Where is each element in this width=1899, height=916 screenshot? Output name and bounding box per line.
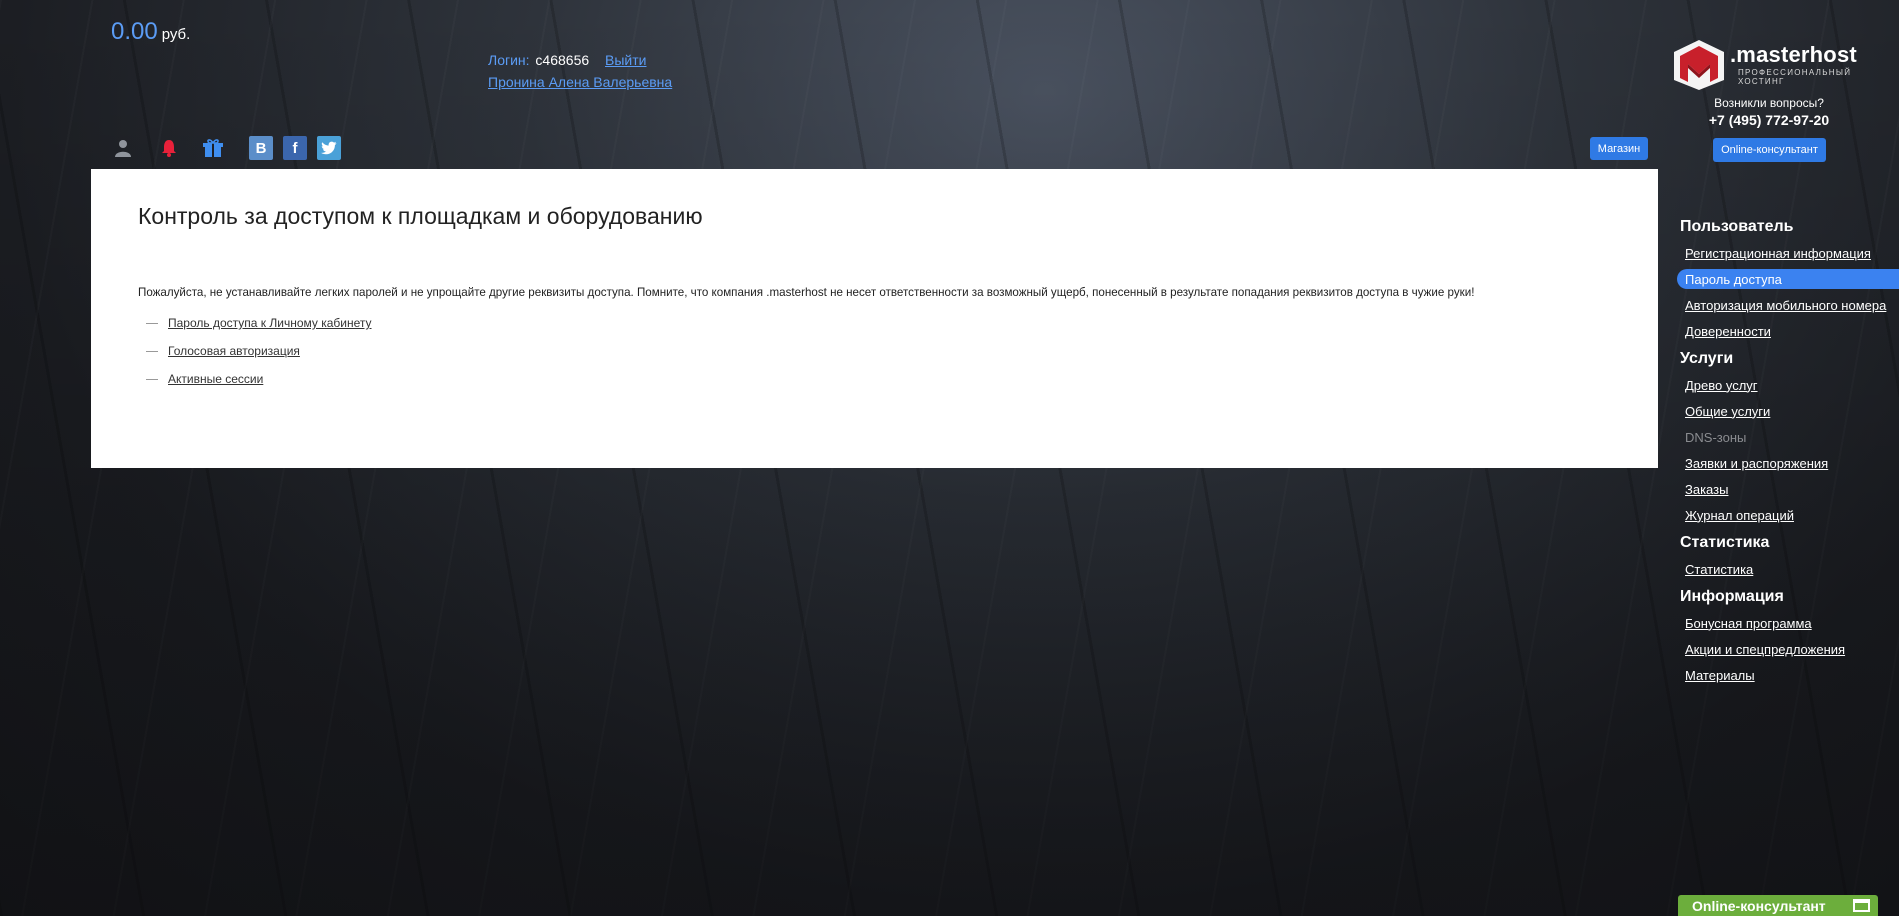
sidebar-item-orders[interactable]: Заказы (1672, 476, 1899, 502)
sidebar-group-info: Информация Бонусная программа Акции и сп… (1672, 588, 1899, 688)
brand-tagline: профессиональный хостинг (1738, 68, 1852, 86)
list-item: Пароль доступа к Личному кабинету (146, 316, 372, 344)
page-title: Контроль за доступом к площадкам и обору… (138, 203, 703, 229)
sidebar-nav: Пользователь Регистрационная информация … (1672, 218, 1899, 694)
link-cabinet-password[interactable]: Пароль доступа к Личному кабинету (168, 316, 372, 330)
vk-icon[interactable]: B (249, 136, 273, 160)
sidebar-item-requests[interactable]: Заявки и распоряжения (1672, 450, 1899, 476)
chat-widget-label: Online-консультант (1692, 897, 1826, 914)
account-balance: 0.00 руб. (111, 18, 190, 46)
brand-name: .masterhost (1730, 42, 1857, 67)
header-icons: B f (111, 136, 341, 160)
list-item: Голосовая авторизация (146, 344, 372, 372)
main-content-panel: Контроль за доступом к площадкам и обору… (91, 169, 1658, 468)
support-phone: +7 (495) 772-97-20 (1708, 112, 1830, 128)
sidebar-item-operations-log[interactable]: Журнал операций (1672, 502, 1899, 528)
balance-currency: руб. (161, 26, 191, 43)
sidebar-heading: Услуги (1680, 350, 1734, 367)
sidebar-item-statistics[interactable]: Статистика (1672, 556, 1899, 582)
bell-icon[interactable] (157, 136, 181, 160)
sidebar-heading: Информация (1680, 588, 1784, 605)
sidebar-item-proxies[interactable]: Доверенности (1672, 318, 1899, 344)
sidebar-item-bonus[interactable]: Бонусная программа (1672, 610, 1899, 636)
link-voice-auth[interactable]: Голосовая авторизация (168, 344, 300, 358)
online-consultant-widget[interactable]: Online-консультант (1678, 895, 1878, 916)
online-consultant-button[interactable]: Online-консультант (1713, 138, 1826, 162)
access-links-list: Пароль доступа к Личному кабинету Голосо… (146, 316, 372, 400)
login-info: Логин: c468656 Выйти Пронина Алена Валер… (488, 49, 672, 93)
login-label: Логин: (488, 52, 530, 68)
link-active-sessions[interactable]: Активные сессии (168, 372, 263, 386)
sidebar-item-password[interactable]: Пароль доступа (1677, 269, 1899, 289)
gift-icon[interactable] (201, 136, 225, 160)
sidebar-group-statistics: Статистика Статистика (1672, 534, 1899, 582)
twitter-icon[interactable] (317, 136, 341, 160)
sidebar-item-dns-zones: DNS-зоны (1685, 429, 1747, 445)
balance-amount: 0.00 (111, 18, 158, 45)
login-value: c468656 (535, 52, 590, 68)
sidebar-item-materials[interactable]: Материалы (1672, 662, 1899, 688)
logout-link[interactable]: Выйти (605, 52, 646, 68)
sidebar-item-mobile-auth[interactable]: Авторизация мобильного номера (1672, 292, 1899, 318)
facebook-icon[interactable]: f (283, 136, 307, 160)
sidebar-heading: Статистика (1680, 534, 1770, 551)
user-icon[interactable] (111, 136, 135, 160)
masterhost-logo[interactable]: .masterhost профессиональный хостинг (1672, 38, 1866, 92)
logo-mark-icon (1674, 40, 1724, 90)
sidebar-heading: Пользователь (1680, 218, 1794, 235)
security-notice: Пожалуйста, не устанавливайте легких пар… (138, 286, 1475, 299)
window-icon[interactable] (1853, 899, 1870, 912)
questions-label: Возникли вопросы? (1714, 96, 1824, 110)
sidebar-group-user: Пользователь Регистрационная информация … (1672, 218, 1899, 344)
sidebar-item-common-services[interactable]: Общие услуги (1672, 398, 1899, 424)
user-name-link[interactable]: Пронина Алена Валерьевна (488, 74, 672, 90)
sidebar-item-service-tree[interactable]: Древо услуг (1672, 372, 1899, 398)
list-item: Активные сессии (146, 372, 372, 400)
sidebar-group-services: Услуги Древо услуг Общие услуги DNS-зоны… (1672, 350, 1899, 528)
sidebar-item-promotions[interactable]: Акции и спецпредложения (1672, 636, 1899, 662)
shop-button[interactable]: Магазин (1590, 137, 1648, 160)
sidebar-item-registration[interactable]: Регистрационная информация (1672, 240, 1899, 266)
